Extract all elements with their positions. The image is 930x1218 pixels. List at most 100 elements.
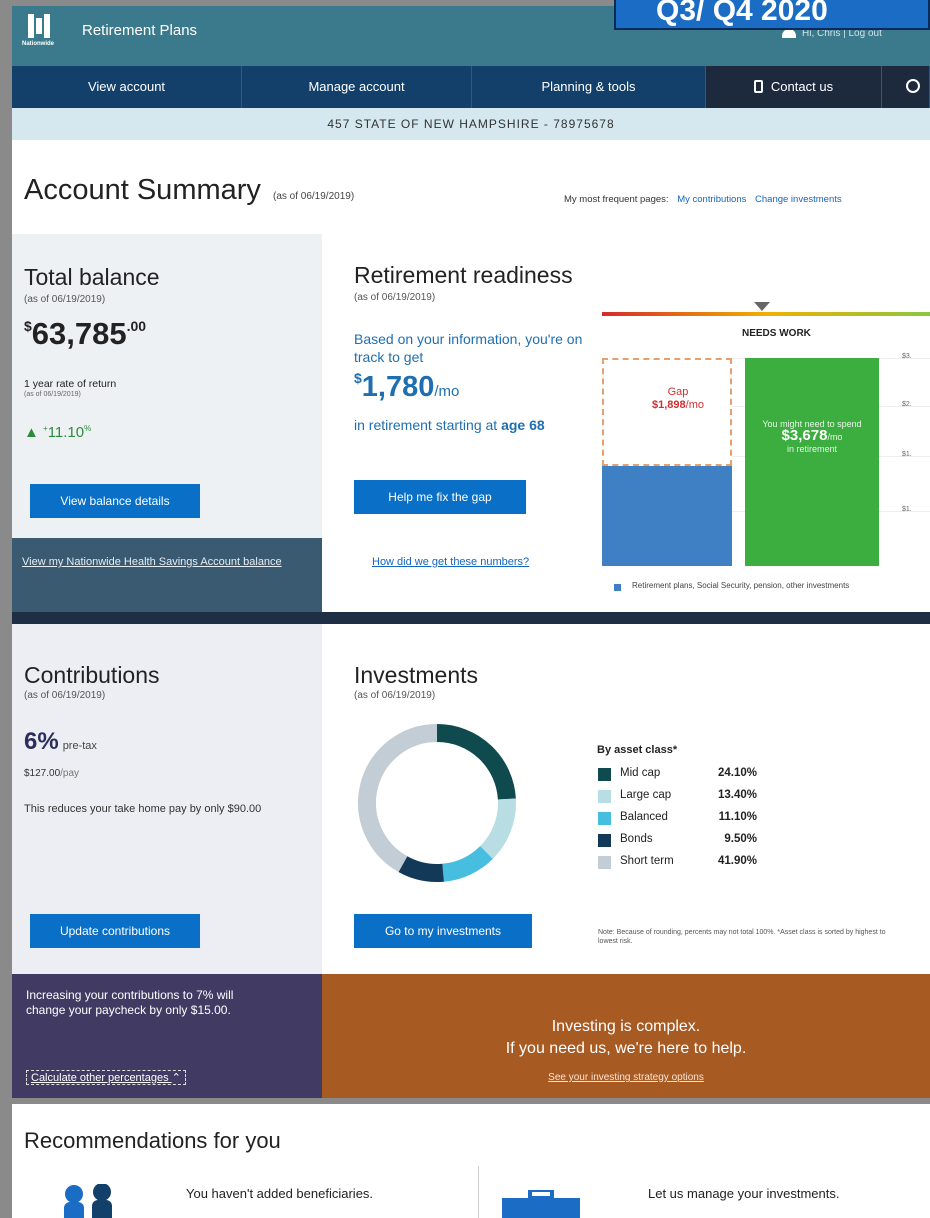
nationwide-logo[interactable]: Nationwide [22, 14, 58, 54]
asset-swatch [598, 856, 611, 869]
contributions-heading: Contributions [24, 662, 160, 688]
readiness-chart: $3. $2. $1. $1. Gap $1,898/mo You might n… [602, 346, 930, 566]
gap-label: Gap $1,898/mo [652, 386, 704, 411]
needed-income-label: You might need to spend $3,678/mo in retir… [762, 419, 862, 454]
contribution-note: This reduces your take home pay by only … [24, 803, 262, 815]
chart-tick: $2. [902, 401, 912, 408]
recommendations-title: Recommendations for you [24, 1128, 281, 1153]
page-title: Account Summary (as of 06/19/2019) [24, 174, 354, 207]
nav-view-account[interactable]: View account [12, 66, 242, 108]
asset-percent: 11.10% [718, 811, 757, 823]
go-to-investments-button[interactable]: Go to my investments [354, 914, 532, 948]
asset-name: Balanced [620, 811, 668, 823]
investments-note: Note: Because of rounding, percents may … [598, 929, 886, 945]
calculate-percentages-link[interactable]: Calculate other percentages ⌃ [26, 1070, 186, 1085]
asset-name: Short term [620, 855, 674, 867]
logo-mark-icon [28, 14, 50, 38]
chart-legend: Retirement plans, Social Security, pensi… [632, 581, 850, 590]
recommendation-managed-investments[interactable]: Let us manage your investments. [648, 1186, 840, 1201]
view-balance-details-button[interactable]: View balance details [30, 484, 200, 518]
readiness-heading: Retirement readiness [354, 262, 573, 288]
investing-strategy-link[interactable]: See your investing strategy options [322, 1072, 930, 1083]
nav-manage-account[interactable]: Manage account [242, 66, 472, 108]
asset-swatch [598, 834, 611, 847]
asset-swatch [598, 768, 611, 781]
donut-segment [436, 724, 516, 800]
user-icon [782, 28, 796, 38]
help-fix-gap-button[interactable]: Help me fix the gap [354, 480, 526, 514]
rate-of-return-as-of: (as of 06/19/2019) [24, 391, 81, 398]
needed-income-bar [745, 358, 879, 566]
legend-swatch [614, 584, 621, 591]
beneficiaries-icon [64, 1184, 112, 1218]
search-icon [906, 79, 920, 93]
total-balance-heading: Total balance [24, 264, 160, 290]
frequent-pages-label: My most frequent pages: [564, 194, 669, 205]
page-title-text: Account Summary [24, 174, 261, 206]
asset-swatch [598, 812, 611, 825]
readiness-as-of: (as of 06/19/2019) [354, 292, 436, 303]
recommendation-beneficiaries[interactable]: You haven't added beneficiaries. [186, 1186, 373, 1201]
recommendations-divider [478, 1166, 479, 1218]
asset-percent: 13.40% [717, 789, 757, 801]
chevron-up-icon: ⌃ [171, 1072, 181, 1084]
readiness-start: in retirement starting at age 68 [354, 417, 545, 433]
nav-contact-us[interactable]: Contact us [706, 66, 882, 108]
page-as-of: (as of 06/19/2019) [272, 191, 355, 202]
donut-segment [358, 724, 438, 872]
chart-tick: $1. [902, 506, 912, 513]
balance-currency: $ [24, 318, 32, 334]
plan-name-bar: 457 STATE OF NEW HAMPSHIRE - 78975678 [12, 108, 930, 140]
total-balance-amount: $63,785.00 [24, 316, 146, 352]
link-my-contributions[interactable]: My contributions [677, 194, 746, 205]
donut-segment [442, 845, 493, 882]
investing-promo-text: Investing is complex. If you need us, we'… [505, 1018, 747, 1057]
section-gap [12, 1098, 930, 1104]
update-contributions-button[interactable]: Update contributions [30, 914, 200, 948]
readiness-gauge [602, 312, 930, 316]
link-change-investments[interactable]: Change investments [755, 194, 842, 205]
nav-search-button[interactable] [882, 66, 930, 108]
chart-tick: $3. [902, 353, 912, 360]
readiness-status: NEEDS WORK [742, 328, 811, 339]
total-balance-as-of: (as of 06/19/2019) [24, 294, 106, 305]
retirement-age: age 68 [501, 417, 545, 433]
briefcase-icon [502, 1190, 580, 1218]
contribution-per-pay: $127.00/pay [24, 768, 80, 779]
asset-allocation-donut [358, 724, 516, 882]
readiness-amount: $1,780/mo [354, 370, 460, 403]
nav-contact-label: Contact us [770, 79, 834, 94]
frequent-pages: My most frequent pages: My contributions… [564, 194, 842, 205]
logo-wordmark: Nationwide [22, 41, 55, 47]
contributions-as-of: (as of 06/19/2019) [24, 690, 106, 701]
donut-segment [479, 798, 516, 859]
app-title: Retirement Plans [82, 22, 198, 39]
corner-badge: Q3/ Q4 2020 [614, 0, 930, 30]
readiness-intro: Based on your information, you're on tra… [354, 331, 583, 365]
asset-percent: 9.50% [724, 833, 757, 845]
rate-of-return-label: 1 year rate of return [24, 378, 117, 390]
how-numbers-link[interactable]: How did we get these numbers? [372, 556, 529, 568]
asset-name: Bonds [620, 833, 653, 845]
projected-income-bar [602, 466, 732, 566]
gap-bar [602, 358, 732, 466]
balance-dollars: 63,785 [31, 316, 127, 351]
asset-name: Mid cap [620, 767, 661, 779]
contribution-rate: 6% pre-tax [24, 728, 97, 755]
nav-planning-tools[interactable]: Planning & tools [472, 66, 706, 108]
balance-cents: .00 [126, 318, 147, 334]
investments-as-of: (as of 06/19/2019) [354, 690, 436, 701]
investments-heading: Investments [354, 662, 478, 688]
section-divider [12, 612, 930, 624]
asset-name: Large cap [620, 789, 672, 801]
contribution-promo-text: Increasing your contributions to 7% will… [26, 988, 234, 1017]
hsa-balance-link[interactable]: View my Nationwide Health Savings Accoun… [22, 554, 282, 570]
app-window: Nationwide Retirement Plans Hi, Chris | … [12, 6, 930, 1218]
up-arrow-icon: ▲ [24, 424, 44, 441]
asset-percent: 41.90% [717, 855, 757, 867]
rate-of-return-value: ▲ +11.10% [24, 424, 92, 441]
main-nav: View account Manage account Planning & t… [12, 66, 930, 108]
chart-tick: $1. [902, 451, 912, 458]
phone-icon [753, 80, 763, 93]
gauge-pointer-icon [754, 302, 770, 311]
